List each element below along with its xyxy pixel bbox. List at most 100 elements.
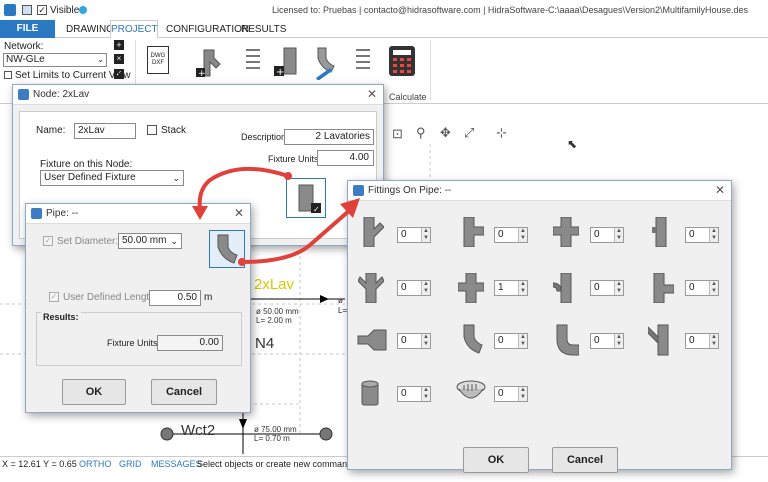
canvas-label-wct2[interactable]: Wct2 — [181, 422, 215, 439]
list-icon[interactable] — [242, 46, 262, 74]
stepper-icon[interactable]: ▲ ▼ — [614, 281, 623, 295]
fitting-qty-input[interactable]: 0 ▲ ▼ — [685, 280, 719, 296]
delete-network-button[interactable]: × — [114, 54, 124, 64]
calculate-label: Calculate — [389, 92, 427, 102]
tab-project[interactable]: PROJECT — [110, 20, 158, 39]
stepper-icon[interactable]: ▲ ▼ — [709, 228, 718, 242]
diameter-select[interactable]: 50.00 mm ⌄ — [118, 233, 182, 249]
fixture-select[interactable]: User Defined Fixture ⌄ — [40, 170, 184, 186]
stepper-icon[interactable]: ▲ ▼ — [421, 387, 430, 401]
fixture-units-input[interactable]: 4.00 — [317, 150, 374, 166]
node-dialog-titlebar: Node: 2xLav ✕ — [13, 85, 383, 105]
pipe-dialog-titlebar: Pipe: -- ✕ — [26, 204, 250, 224]
stepper-icon[interactable]: ▲ ▼ — [518, 387, 527, 401]
wye-branch-fitting-icon — [645, 323, 674, 356]
zoom-extents-icon[interactable]: ⤢ — [464, 125, 474, 141]
close-icon[interactable]: ✕ — [715, 183, 725, 197]
pipe-dialog: Pipe: -- ✕ ✓ Set Diameter: 50.00 mm ⌄ ✓ … — [25, 203, 251, 413]
close-icon[interactable]: ✕ — [234, 206, 244, 220]
canvas-label-2xlav[interactable]: 2xLav — [254, 276, 294, 293]
results-group: Results: Fixture Units: 0.00 — [36, 312, 242, 366]
stepper-icon[interactable]: ▲ ▼ — [421, 281, 430, 295]
ribbon-tabs: FILE DRAWING PROJECT CONFIGURATION RESUL… — [0, 20, 768, 39]
grid-toggle[interactable]: GRID — [119, 459, 142, 469]
tab-drawing[interactable]: DRAWING — [66, 24, 114, 35]
fitting-qty-input[interactable]: 0 ▲ ▼ — [590, 280, 624, 296]
app-icon — [353, 185, 364, 196]
tab-configuration[interactable]: CONFIGURATION — [166, 24, 249, 35]
fragment-diameter: ø — [338, 296, 343, 305]
app-icon — [18, 89, 29, 100]
results-label: Results: — [41, 312, 81, 322]
license-text: Licensed to: Pruebas | contacto@hidrasof… — [272, 5, 749, 15]
stepper-icon[interactable]: ▲ ▼ — [518, 334, 527, 348]
fitting-qty-input[interactable]: 0 ▲ ▼ — [494, 333, 528, 349]
select-icon[interactable]: ⊹ — [496, 125, 507, 141]
messages-toggle[interactable]: MESSAGES — [151, 459, 202, 469]
fitting-qty-input[interactable]: 0 ▲ ▼ — [590, 227, 624, 243]
name-label: Name: — [36, 125, 66, 136]
add-fitting-icon[interactable]: + — [196, 48, 222, 79]
stepper-icon[interactable]: ▲ ▼ — [614, 334, 623, 348]
stepper-icon[interactable]: ▲ ▼ — [518, 228, 527, 242]
add-network-button[interactable]: + — [114, 40, 124, 50]
stack-checkbox[interactable] — [147, 125, 157, 135]
fitting-qty-input[interactable]: 0 ▲ ▼ — [397, 227, 431, 243]
fitting-qty-input[interactable]: 0 ▲ ▼ — [397, 386, 431, 402]
stepper-icon[interactable]: ▲ ▼ — [614, 228, 623, 242]
name-input[interactable]: 2xLav — [74, 123, 136, 139]
pipe-ok-button[interactable]: OK — [62, 379, 126, 405]
double-tee-fitting-icon — [552, 216, 580, 248]
user-length-label: User Defined Length: — [63, 292, 158, 303]
pipe-fittings-button[interactable] — [209, 230, 245, 268]
pipe-a-length: L= 2.00 m — [256, 316, 292, 325]
pan-icon[interactable]: ✥ — [440, 125, 451, 141]
description-input[interactable]: 2 Lavatories — [284, 129, 374, 145]
fitting-qty-input[interactable]: 1 ▲ ▼ — [494, 280, 528, 296]
add-pipe-icon[interactable]: + — [272, 46, 302, 80]
network-label: Network: — [4, 41, 44, 52]
tab-file[interactable]: FILE — [0, 20, 55, 38]
canvas-label-n4[interactable]: N4 — [255, 335, 274, 352]
list-icon-2[interactable] — [352, 46, 372, 74]
save-icon[interactable] — [22, 5, 32, 15]
tee-fitting-icon — [458, 216, 485, 248]
pipe-fixture-units-value: 0.00 — [157, 335, 223, 351]
stepper-icon[interactable]: ▲ ▼ — [709, 281, 718, 295]
length-input[interactable]: 0.50 — [149, 290, 201, 306]
svg-text:✓: ✓ — [313, 205, 320, 214]
visible-checkbox[interactable]: ✓ — [37, 5, 47, 15]
cap-fitting-icon — [358, 379, 384, 409]
zoom-icon[interactable]: ⚲ — [416, 125, 426, 141]
stepper-icon[interactable]: ▲ ▼ — [421, 228, 430, 242]
stack-label: Stack — [161, 125, 187, 136]
bend-90-fitting-icon — [553, 323, 580, 356]
edit-elbow-icon[interactable] — [312, 46, 338, 81]
fitting-qty-input[interactable]: 0 ▲ ▼ — [397, 280, 431, 296]
set-diameter-checkbox[interactable]: ✓ — [43, 236, 53, 246]
network-select[interactable]: NW-GLe ⌄ — [3, 53, 107, 67]
fitting-qty-input[interactable]: 0 ▲ ▼ — [494, 227, 528, 243]
tab-results[interactable]: RESULTS — [241, 24, 286, 35]
pipe-cancel-button[interactable]: Cancel — [151, 379, 217, 405]
fitting-qty-input[interactable]: 0 ▲ ▼ — [397, 333, 431, 349]
close-icon[interactable]: ✕ — [367, 87, 377, 101]
zoom-window-icon[interactable]: ⊡ — [392, 126, 403, 142]
stepper-icon[interactable]: ▲ ▼ — [709, 334, 718, 348]
fitting-qty-input[interactable]: 0 ▲ ▼ — [685, 227, 719, 243]
fitting-qty-input[interactable]: 0 ▲ ▼ — [590, 333, 624, 349]
calculate-icon[interactable] — [389, 46, 415, 76]
svg-text:+: + — [198, 69, 206, 78]
ortho-toggle[interactable]: ORTHO — [79, 459, 111, 469]
user-length-checkbox[interactable]: ✓ — [49, 292, 59, 302]
fixture-image-button[interactable]: ✓ — [286, 178, 326, 218]
dwg-import-icon[interactable]: DWG DXF — [147, 46, 169, 74]
fittings-ok-button[interactable]: OK — [463, 447, 529, 473]
stepper-icon[interactable]: ▲ ▼ — [518, 281, 527, 295]
fitting-qty-input[interactable]: 0 ▲ ▼ — [494, 386, 528, 402]
fittings-cancel-button[interactable]: Cancel — [552, 447, 618, 473]
fitting-qty-input[interactable]: 0 ▲ ▼ — [685, 333, 719, 349]
pipe-a-diameter: ø 50.00 mm — [256, 307, 299, 316]
set-limits-button[interactable]: Set Limits to Current View — [15, 70, 130, 81]
stepper-icon[interactable]: ▲ ▼ — [421, 334, 430, 348]
